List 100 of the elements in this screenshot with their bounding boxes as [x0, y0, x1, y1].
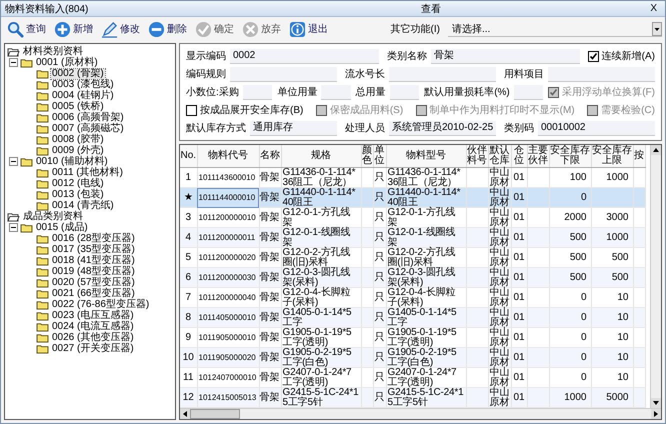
folder-icon	[36, 102, 49, 112]
table-cell: 1000	[591, 228, 633, 248]
tree-item[interactable]: 0009 (外壳)	[51, 146, 105, 156]
table-cell: 骨架	[259, 348, 281, 368]
tree-item[interactable]: 0005 (铁桥)	[51, 102, 105, 112]
input-field[interactable]	[514, 84, 544, 100]
tree-item[interactable]: 成品类别资料	[22, 212, 84, 222]
table-cell: 骨架	[259, 388, 281, 408]
collapse-toggle-icon[interactable]	[9, 157, 18, 166]
toolbar-button[interactable]: 删除	[145, 20, 190, 38]
info-icon	[289, 20, 306, 38]
input-field[interactable]	[390, 84, 420, 100]
tree-item[interactable]: 0017 (35型变压器)	[51, 244, 136, 254]
pencil-icon	[101, 20, 118, 38]
table-cell: 6	[180, 268, 197, 288]
checkbox-label: 采用浮动单位换算(F)	[562, 86, 655, 99]
toolbar-button[interactable]: 修改	[98, 20, 143, 38]
checkbox[interactable]	[186, 104, 197, 116]
tree-item[interactable]: 0022 (76-86型变压器)	[51, 300, 150, 310]
checkbox[interactable]	[588, 50, 599, 62]
column-header: 按	[633, 145, 645, 168]
tree-item[interactable]: 0008 (胶带)	[51, 134, 105, 144]
left-arrow-icon[interactable]	[180, 409, 190, 419]
tree-item[interactable]: 0014 (青壳纸)	[51, 200, 115, 210]
table-cell	[466, 348, 488, 368]
tree-item[interactable]: 0019 (48型变压器)	[51, 266, 136, 276]
input-field[interactable]	[389, 66, 496, 82]
tree-item[interactable]: 0001 (原材料)	[35, 58, 99, 68]
field-label: 处理人员	[345, 122, 385, 135]
folder-icon	[36, 310, 49, 320]
open-folder-icon[interactable]	[7, 46, 20, 56]
open-folder-icon[interactable]	[7, 212, 20, 222]
other-functions-label: 其它功能(I)	[390, 22, 440, 36]
field-label: 流水号长	[345, 68, 385, 81]
input-field[interactable]: 骨架	[430, 48, 580, 64]
tree-item[interactable]: 0003 (漆包线)	[51, 80, 115, 90]
folder-icon	[36, 112, 49, 122]
toolbar-button[interactable]: 查询	[4, 20, 49, 38]
horizontal-scrollbar[interactable]	[180, 408, 661, 419]
close-button[interactable]: X	[646, 3, 662, 14]
tree-item[interactable]: 0021 (66型变压器)	[51, 288, 136, 298]
up-arrow-icon[interactable]	[651, 145, 661, 155]
tree-item[interactable]: 0026 (其他变压器)	[51, 332, 135, 342]
tree-item[interactable]: 0023 (电压互感器)	[51, 310, 135, 320]
vertical-scrollbar[interactable]	[650, 145, 661, 408]
tree-item[interactable]: 材料类别资料	[22, 46, 84, 56]
tree-item[interactable]: 0010 (辅助材料)	[35, 156, 109, 166]
table-cell: 0	[549, 348, 591, 368]
tree-item[interactable]: 0012 (电线)	[51, 178, 105, 188]
toolbar-button[interactable]: 退出	[286, 20, 331, 38]
input-field[interactable]: 0002	[230, 48, 379, 64]
table-cell: G11440-0-1-114*40阻王	[281, 188, 361, 208]
input-field[interactable]	[242, 84, 272, 100]
collapse-toggle-icon[interactable]	[9, 223, 18, 232]
scroll-thumb[interactable]	[190, 409, 240, 419]
field-label: 默认库存方式	[186, 122, 246, 135]
input-field[interactable]	[548, 66, 655, 82]
tree-item[interactable]: 0013 (包装)	[51, 190, 105, 200]
function-dropdown[interactable]: 请选择...	[448, 21, 662, 37]
input-field[interactable]: 00010002	[538, 120, 655, 136]
input-field[interactable]: 系统管理员2010-02-25	[389, 120, 496, 136]
table-cell: 骨架	[259, 308, 281, 328]
table-cell: 500	[549, 228, 591, 248]
toolbar-button[interactable]: 新增	[51, 20, 96, 38]
input-field[interactable]	[230, 66, 337, 82]
table-cell: G12-0-1-线圈线架	[281, 228, 361, 248]
tree-item[interactable]: 0020 (57型变压器)	[51, 278, 136, 288]
field-label: 类别名称	[386, 50, 427, 63]
tree-item[interactable]: 0007 (高频磁芯)	[51, 124, 125, 134]
field-label: 单位用量	[277, 86, 318, 99]
tree-item[interactable]: 0024 (电流互感器)	[51, 322, 135, 332]
table-cell: ★	[180, 188, 197, 208]
tree-item[interactable]: 0006 (高频骨架)	[51, 112, 125, 122]
table-cell: G12-0-3-圆孔线架(呆料)	[281, 268, 361, 288]
collapse-toggle-icon[interactable]	[9, 58, 18, 67]
tree-item[interactable]: 0027 (开关变压器)	[51, 344, 135, 354]
checkbox-label: 制单中作为用料打印时不显示(M)	[430, 104, 575, 117]
folder-icon	[36, 134, 49, 144]
folder-icon	[36, 190, 49, 200]
tree-item[interactable]: 0011 (其他材料)	[51, 168, 124, 178]
tree-item[interactable]: 0018 (41型变压器)	[51, 256, 136, 266]
tree-item[interactable]: 0015 (成品)	[35, 222, 89, 232]
checkbox-label: 需要检验(C)	[601, 104, 655, 117]
table-cell	[466, 388, 488, 408]
table-cell	[527, 308, 549, 328]
mode-label: 查看	[420, 2, 442, 16]
right-arrow-icon[interactable]	[651, 409, 661, 419]
table-cell: 中山原材	[488, 388, 511, 408]
checkbox-label: 保密成品用料(S)	[330, 104, 404, 117]
folder-icon	[36, 68, 49, 78]
tree-item[interactable]: 0004 (硅钢片)	[51, 90, 115, 100]
table-cell: 骨架	[259, 268, 281, 288]
field-label: 用料项目	[504, 68, 544, 81]
window-title: 物料资料输入(804)	[5, 2, 90, 16]
search-icon	[7, 20, 24, 38]
input-field[interactable]: 通用库存	[250, 120, 337, 136]
tree-item[interactable]: 0016 (28型变压器)	[51, 234, 136, 244]
checkbox-label: 按成品展开安全库存(B)	[200, 104, 304, 117]
down-arrow-icon[interactable]	[651, 398, 661, 408]
input-field[interactable]	[321, 84, 351, 100]
